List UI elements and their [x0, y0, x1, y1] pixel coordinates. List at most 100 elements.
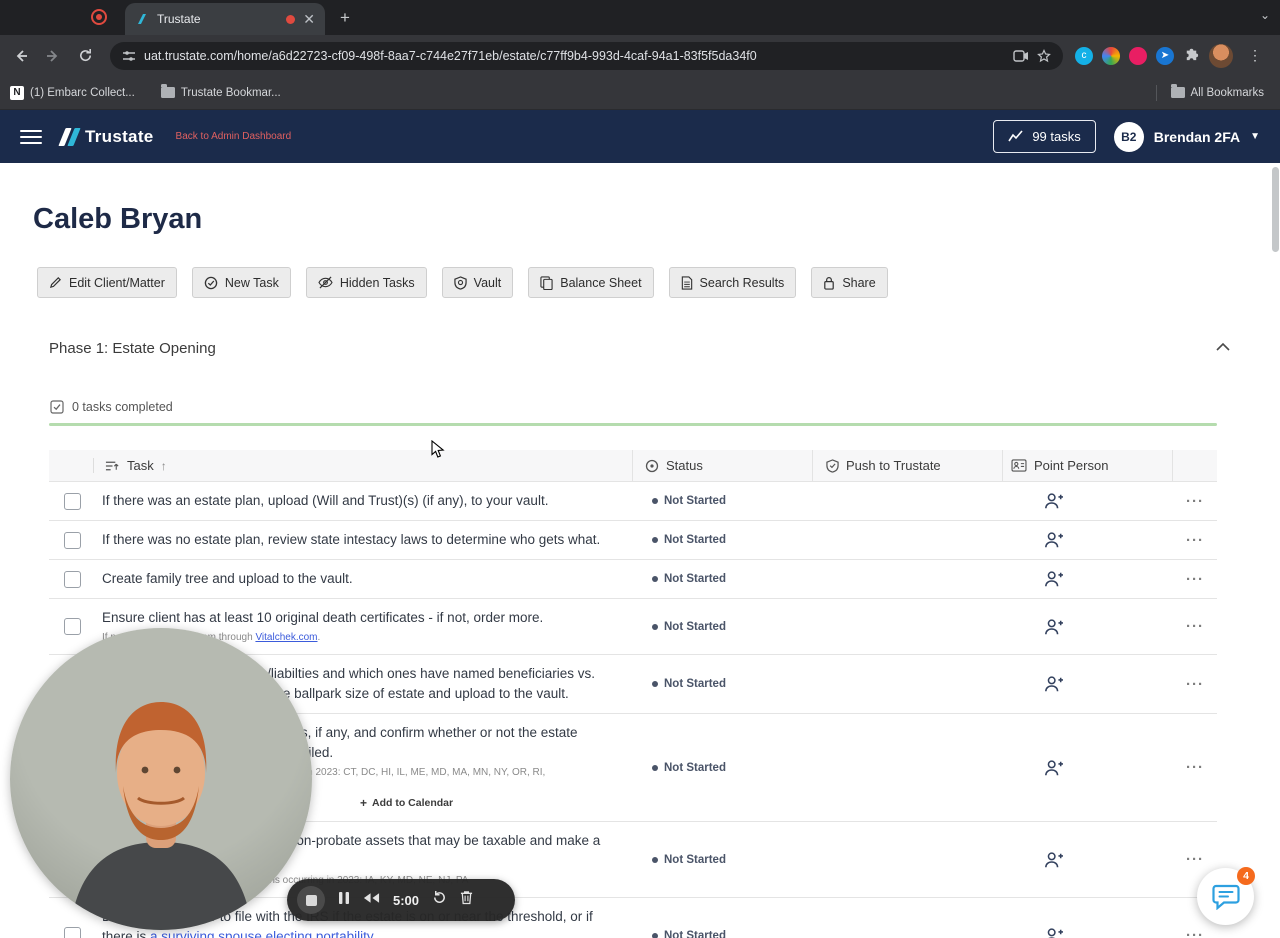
- reload-button[interactable]: [72, 43, 98, 69]
- check-circle-icon: [204, 276, 218, 289]
- share-button[interactable]: Share: [811, 267, 888, 298]
- task-checkbox[interactable]: [64, 570, 81, 588]
- row-menu-button[interactable]: ···: [1173, 759, 1217, 776]
- action-toolbar: Edit Client/Matter New Task Hidden Tasks…: [37, 267, 1280, 298]
- hidden-tasks-button[interactable]: Hidden Tasks: [305, 267, 427, 298]
- status-dot-icon: [652, 576, 658, 582]
- task-checkbox[interactable]: [64, 531, 81, 549]
- row-menu-button[interactable]: ···: [1173, 676, 1217, 693]
- pause-button[interactable]: [338, 891, 350, 910]
- task-checkbox[interactable]: [64, 618, 81, 635]
- sort-asc-icon[interactable]: ↑: [161, 459, 167, 473]
- plus-icon: +: [360, 796, 368, 810]
- status-cell: Not Started: [633, 762, 813, 774]
- assign-person-button[interactable]: [1003, 759, 1173, 777]
- bookmark-folder[interactable]: Trustate Bookmar...: [160, 84, 281, 99]
- column-status[interactable]: Status: [633, 450, 813, 481]
- status-dot-icon: [652, 498, 658, 504]
- tasks-count-button[interactable]: 99 tasks: [993, 120, 1096, 153]
- address-bar[interactable]: uat.trustate.com/home/a6d22723-cf09-498f…: [110, 41, 1063, 70]
- column-task[interactable]: Task ↑: [49, 450, 633, 481]
- new-task-button[interactable]: New Task: [191, 267, 291, 298]
- assign-person-button[interactable]: [1003, 492, 1173, 510]
- collapse-chevron-icon[interactable]: [1215, 339, 1231, 357]
- row-menu-button[interactable]: ···: [1173, 532, 1217, 549]
- assign-person-button[interactable]: [1003, 618, 1173, 636]
- task-checkbox[interactable]: [64, 927, 81, 938]
- extensions-puzzle-icon[interactable]: [1183, 45, 1200, 67]
- task-checkbox[interactable]: [64, 492, 81, 510]
- bookmark-item[interactable]: N (1) Embarc Collect...: [10, 85, 135, 100]
- row-menu-button[interactable]: ···: [1173, 618, 1217, 635]
- phase-header[interactable]: Phase 1: Estate Opening: [49, 339, 1231, 357]
- status-dot-icon: [652, 681, 658, 687]
- status-dot-icon: [652, 623, 658, 630]
- back-button[interactable]: [8, 43, 34, 69]
- camera-capture-icon[interactable]: [1013, 49, 1029, 62]
- row-menu-button[interactable]: ···: [1173, 927, 1217, 938]
- row-menu-button[interactable]: ···: [1173, 493, 1217, 510]
- text-link[interactable]: Vitalchek.com: [255, 632, 317, 643]
- url-text[interactable]: uat.trustate.com/home/a6d22723-cf09-498f…: [144, 49, 1005, 63]
- assign-person-button[interactable]: [1003, 570, 1173, 588]
- task-text: If there was an estate plan, upload (Wil…: [102, 493, 549, 508]
- browser-profile-avatar[interactable]: [1209, 43, 1233, 68]
- contact-card-icon: [1011, 459, 1027, 472]
- eye-off-icon: [318, 276, 333, 289]
- status-dot-icon: [652, 932, 658, 938]
- status-badge-label: Not Started: [664, 761, 726, 774]
- brand-name: Trustate: [85, 126, 154, 146]
- extension-icon[interactable]: c: [1075, 46, 1093, 65]
- shield-icon: [453, 275, 467, 290]
- mouse-cursor: [431, 439, 447, 464]
- site-settings-icon[interactable]: [122, 49, 136, 63]
- hamburger-menu-icon[interactable]: [20, 129, 42, 144]
- row-menu-button[interactable]: ···: [1173, 571, 1217, 588]
- all-bookmarks-button[interactable]: All Bookmarks: [1170, 84, 1264, 99]
- add-to-calendar-button[interactable]: + Add to Calendar: [360, 796, 453, 810]
- edit-client-button[interactable]: Edit Client/Matter: [37, 267, 177, 298]
- vault-button[interactable]: Vault: [441, 267, 514, 298]
- assign-person-button[interactable]: [1003, 851, 1173, 869]
- chat-launcher-button[interactable]: 4: [1197, 867, 1255, 925]
- status-dot-icon: [652, 856, 658, 863]
- status-dot-icon: [652, 537, 658, 543]
- tab-search-icon[interactable]: ⌄: [1260, 8, 1270, 22]
- column-person[interactable]: Point Person: [1003, 450, 1173, 481]
- bookmark-star-icon[interactable]: [1037, 48, 1051, 63]
- stop-recording-button[interactable]: [297, 886, 325, 914]
- extension-icon[interactable]: ➤: [1156, 46, 1174, 65]
- lock-icon: [824, 276, 835, 290]
- new-tab-button[interactable]: +: [340, 8, 350, 28]
- browser-menu-icon[interactable]: ⋮: [1242, 47, 1268, 64]
- status-badge-label: Not Started: [664, 853, 726, 866]
- tab-close-icon[interactable]: ✕: [303, 12, 315, 26]
- forward-button[interactable]: [40, 43, 66, 69]
- recording-time: 5:00: [393, 892, 420, 908]
- rewind-button[interactable]: [363, 891, 380, 909]
- column-push[interactable]: Push to Trustate: [813, 450, 1003, 481]
- bookmarks-bar: N (1) Embarc Collect... Trustate Bookmar…: [0, 76, 1280, 110]
- shield-check-icon: [826, 458, 839, 473]
- person-add-icon: [1045, 532, 1063, 548]
- delete-recording-button[interactable]: [460, 890, 473, 910]
- text-link[interactable]: a surviving spouse electing portability: [150, 929, 373, 938]
- webcam-overlay[interactable]: [10, 628, 312, 930]
- user-avatar: B2: [1113, 121, 1144, 152]
- assign-person-button[interactable]: [1003, 927, 1173, 938]
- chart-line-icon: [1008, 130, 1023, 142]
- extension-icon[interactable]: [1129, 46, 1147, 65]
- browser-tab[interactable]: Trustate ✕: [125, 3, 325, 35]
- page-scrollbar[interactable]: [1272, 167, 1279, 252]
- tasks-completed-row: 0 tasks completed: [50, 400, 1280, 414]
- user-menu[interactable]: B2 Brendan 2FA ▼: [1113, 121, 1260, 152]
- status-badge-label: Not Started: [664, 620, 726, 633]
- extension-icon[interactable]: [1102, 46, 1120, 65]
- back-to-admin-link[interactable]: Back to Admin Dashboard: [176, 131, 292, 142]
- search-results-button[interactable]: Search Results: [668, 267, 797, 298]
- assign-person-button[interactable]: [1003, 531, 1173, 549]
- assign-person-button[interactable]: [1003, 675, 1173, 693]
- restart-button[interactable]: [432, 890, 447, 910]
- balance-sheet-button[interactable]: Balance Sheet: [528, 267, 654, 298]
- row-menu-button[interactable]: ···: [1173, 851, 1217, 868]
